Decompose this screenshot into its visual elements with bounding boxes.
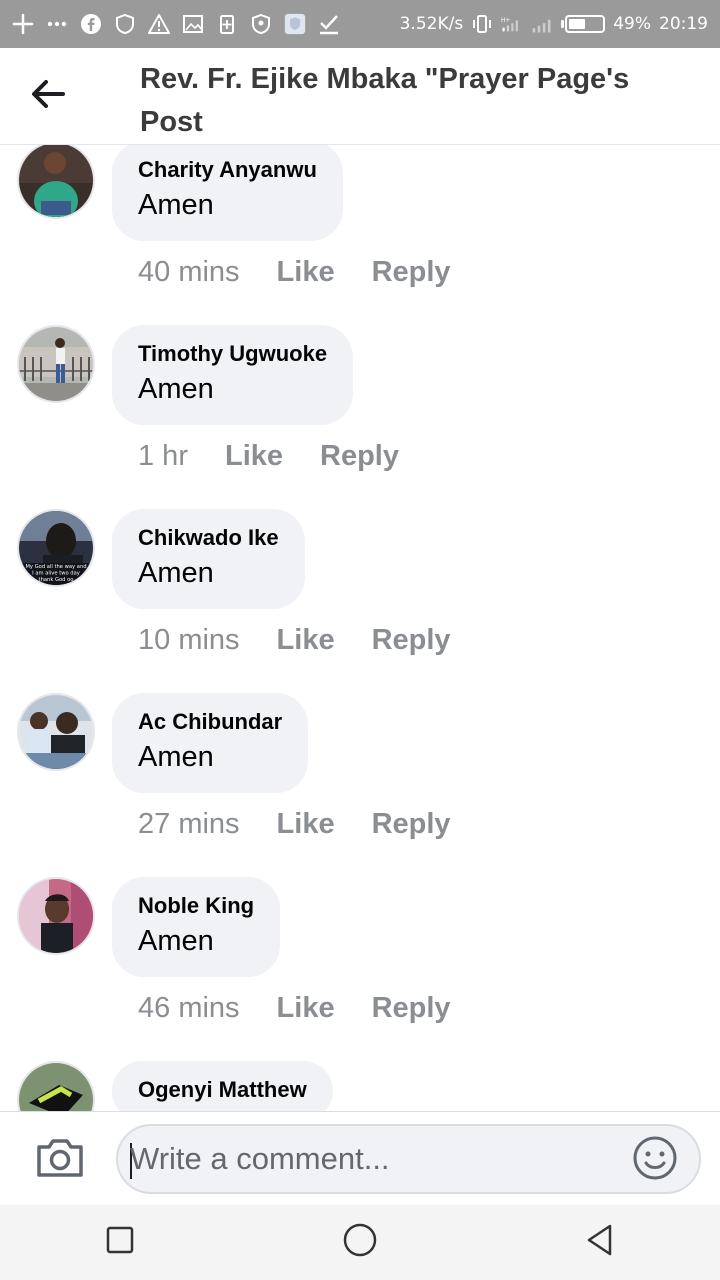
comment-composer [0, 1111, 720, 1205]
avatar-caption: I am alive two day [32, 571, 80, 577]
battery-percent: 49% [613, 14, 651, 34]
commenter-name[interactable]: Charity Anyanwu [138, 155, 317, 185]
comment-time[interactable]: 27 mins [138, 808, 240, 841]
avatar[interactable] [17, 693, 95, 771]
comment-item: Charity Anyanwu Amen 40 mins Like Reply [0, 145, 720, 325]
commenter-name[interactable]: Ogenyi Matthew [138, 1075, 307, 1105]
comment-text: Amen [138, 741, 214, 773]
comment-time[interactable]: 10 mins [138, 624, 240, 657]
comment-item: My God all the way and I am alive two da… [0, 509, 720, 693]
like-button[interactable]: Like [277, 624, 335, 657]
home-circle-icon [342, 1222, 378, 1263]
check-icon [318, 13, 340, 35]
app-icon [284, 13, 306, 35]
comment-text: Amen [138, 557, 214, 589]
avatar[interactable] [17, 325, 95, 403]
status-bar-system: 3.52K/s H+ 49% 20:19 [400, 13, 720, 35]
comment-bubble[interactable]: Ac Chibundar Amen [112, 693, 309, 793]
avatar[interactable] [17, 877, 95, 955]
status-bar-notifications [0, 13, 340, 35]
signal-icon: H+ [501, 13, 523, 35]
image-icon [182, 13, 204, 35]
vibrate-icon [471, 13, 493, 35]
back-nav-button[interactable] [570, 1213, 630, 1273]
camera-icon [35, 1137, 85, 1184]
reply-button[interactable]: Reply [372, 256, 451, 289]
battery-saver-icon [216, 13, 238, 35]
plus-icon [12, 13, 34, 35]
page-header: Rev. Fr. Ejike Mbaka "Prayer Page's Post [0, 48, 720, 145]
facebook-icon [80, 13, 102, 35]
system-nav-bar [0, 1205, 720, 1280]
like-button[interactable]: Like [277, 256, 335, 289]
comment-input-container[interactable] [116, 1124, 701, 1194]
like-button[interactable]: Like [225, 440, 283, 473]
recents-square-icon [105, 1225, 135, 1260]
recents-button[interactable] [90, 1213, 150, 1273]
comment-input[interactable] [130, 1126, 620, 1192]
avatar[interactable] [17, 1061, 95, 1111]
network-speed: 3.52K/s [399, 14, 464, 34]
home-button[interactable] [330, 1213, 390, 1273]
like-button[interactable]: Like [277, 808, 335, 841]
comment-actions: 10 mins Like Reply [138, 624, 451, 657]
emoji-button[interactable] [631, 1136, 679, 1184]
comment-bubble[interactable]: Noble King Amen [112, 877, 281, 977]
comment-item: Ogenyi Matthew [0, 1061, 720, 1111]
comment-time[interactable]: 40 mins [138, 256, 240, 289]
comment-text: Amen [138, 925, 214, 957]
comment-bubble[interactable]: Timothy Ugwuoke Amen [112, 325, 354, 425]
battery-icon [561, 15, 606, 33]
reply-button[interactable]: Reply [372, 992, 451, 1025]
page-title: Rev. Fr. Ejike Mbaka "Prayer Page's Post [140, 63, 630, 138]
comment-bubble[interactable]: Ogenyi Matthew [112, 1061, 333, 1111]
arrow-left-icon [30, 79, 66, 114]
reply-button[interactable]: Reply [320, 440, 399, 473]
back-button[interactable] [28, 76, 68, 116]
commenter-name[interactable]: Chikwado Ike [138, 523, 279, 553]
back-triangle-icon [584, 1223, 616, 1262]
comment-actions: 46 mins Like Reply [138, 992, 451, 1025]
comment-actions: 40 mins Like Reply [138, 256, 451, 289]
comment-bubble[interactable]: Chikwado Ike Amen [112, 509, 305, 609]
avatar-caption: My God all the way and [25, 564, 86, 570]
comment-item: Ac Chibundar Amen 27 mins Like Reply [0, 693, 720, 877]
comment-actions: 27 mins Like Reply [138, 808, 451, 841]
comments-list[interactable]: Charity Anyanwu Amen 40 mins Like Reply [0, 145, 720, 1111]
commenter-name[interactable]: Ac Chibundar [138, 707, 282, 737]
comment-text: Amen [138, 373, 214, 405]
commenter-name[interactable]: Timothy Ugwuoke [138, 339, 327, 369]
avatar[interactable] [17, 145, 95, 219]
comment-bubble[interactable]: Charity Anyanwu Amen [112, 145, 343, 241]
avatar-caption: thank God oo [39, 577, 74, 583]
shield-icon [250, 13, 272, 35]
avatar[interactable]: My God all the way and I am alive two da… [17, 509, 95, 587]
reply-button[interactable]: Reply [372, 808, 451, 841]
signal-icon [531, 13, 553, 35]
emoji-icon [632, 1135, 678, 1186]
comment-item: Noble King Amen 46 mins Like Reply [0, 877, 720, 1061]
clock: 20:19 [659, 14, 708, 34]
comment-text: Amen [138, 189, 214, 221]
comment-time[interactable]: 46 mins [138, 992, 240, 1025]
comment-time[interactable]: 1 hr [138, 440, 188, 473]
comment-actions: 1 hr Like Reply [138, 440, 399, 473]
status-bar: 3.52K/s H+ 49% 20:19 [0, 0, 720, 48]
more-icon [46, 13, 68, 35]
like-button[interactable]: Like [277, 992, 335, 1025]
shield-icon [114, 13, 136, 35]
svg-text:H+: H+ [501, 18, 510, 24]
reply-button[interactable]: Reply [372, 624, 451, 657]
comment-item: Timothy Ugwuoke Amen 1 hr Like Reply [0, 325, 720, 509]
commenter-name[interactable]: Noble King [138, 891, 254, 921]
camera-button[interactable] [34, 1136, 86, 1184]
warning-icon [148, 13, 170, 35]
